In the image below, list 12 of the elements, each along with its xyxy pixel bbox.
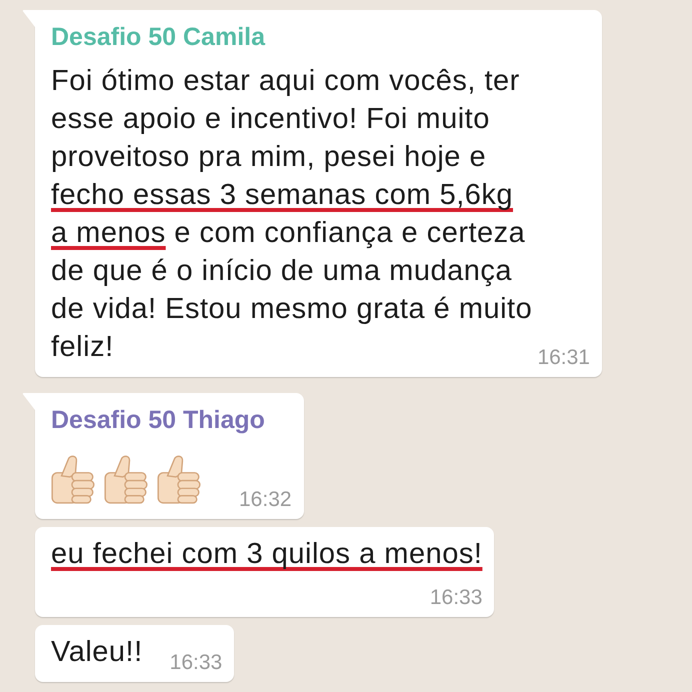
message-text: Valeu!! [51,636,143,668]
sender-name: Desafio 50 Thiago [51,405,265,436]
message-text: eu fechei com 3 quilos a menos! [51,538,482,570]
thumbs-up-icon [104,454,148,504]
message-time: 16:31 [537,347,590,368]
thumbs-up-icon [157,454,201,504]
sender-name: Desafio 50 Camila [51,22,265,53]
message-time: 16:33 [170,652,222,673]
message-text: Foi ótimo estar aqui com vocês, ter esse apoio e incentivo! Foi muito proveitoso pra mim, pesei hoje e fecho essas 3 semanas com 5,6kg a menos e com confiança e certeza de que é o início de uma mudança de vida! Estou mesmo grata é muito feliz! [51,65,532,363]
thumbs-up-icon [51,454,95,504]
message-time: 16:32 [239,489,292,510]
message-time: 16:33 [430,587,482,608]
